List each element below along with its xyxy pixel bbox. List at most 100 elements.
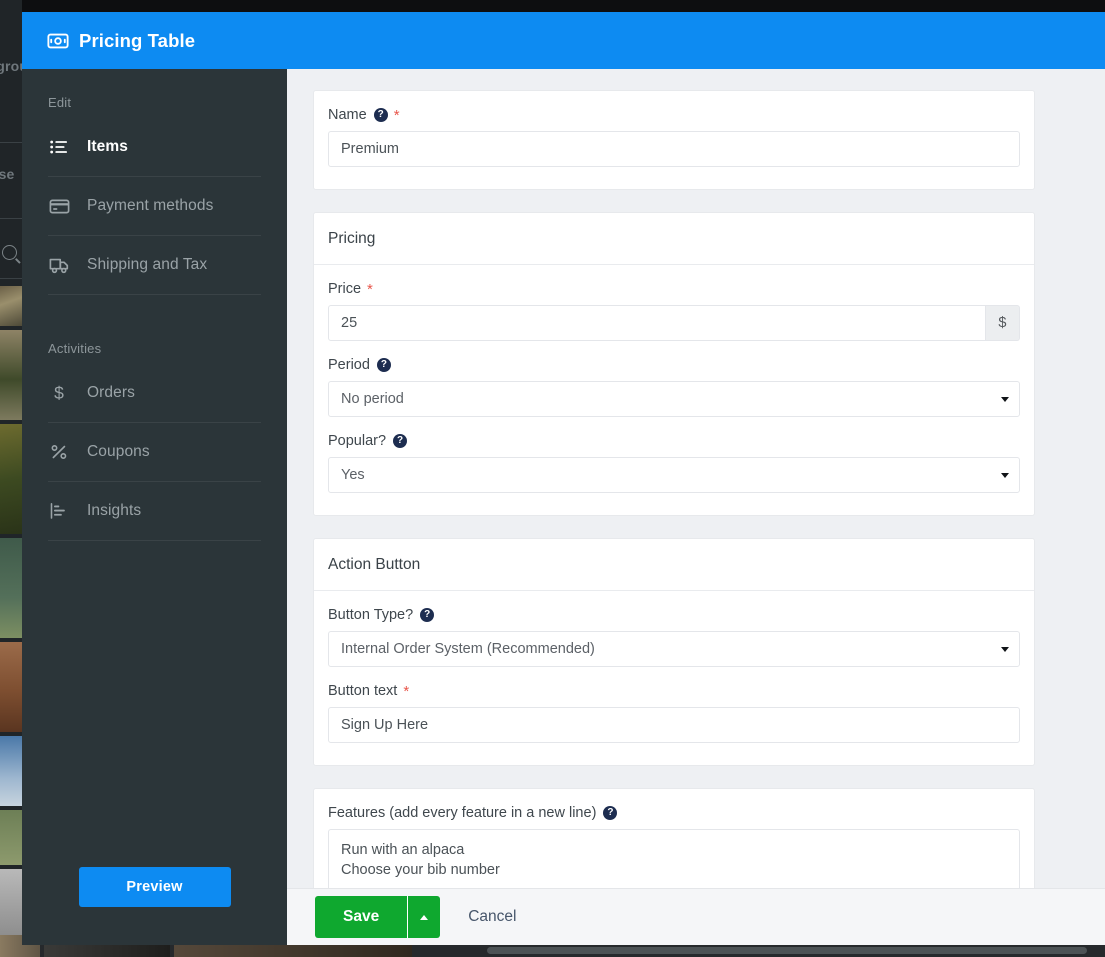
name-input[interactable] (328, 131, 1020, 167)
button-text-label-row: Button text * (328, 683, 1020, 699)
button-type-label: Button Type? (328, 607, 414, 623)
button-text-label: Button text (328, 683, 398, 699)
popular-label-row: Popular? ? (328, 433, 1020, 449)
svg-text:$: $ (54, 383, 64, 403)
cancel-button[interactable]: Cancel (468, 908, 516, 926)
help-icon[interactable]: ? (373, 108, 388, 122)
button-text-input[interactable] (328, 707, 1020, 743)
pricing-card: Pricing Price * $ (313, 212, 1035, 516)
sidebar-group-label-activities: Activities (48, 341, 102, 356)
name-label-row: Name ? * (328, 107, 1020, 123)
name-card: Name ? * (313, 90, 1035, 190)
name-card-inner: Name ? * (314, 91, 1034, 189)
pricing-table-modal: Pricing Table Edit Items Payment methods… (22, 12, 1105, 945)
sidebar-item-insights[interactable]: Insights (48, 482, 261, 541)
chevron-up-icon (420, 914, 429, 920)
required-marker: * (367, 280, 373, 298)
period-select[interactable]: No period (328, 381, 1020, 417)
save-button[interactable]: Save (315, 896, 408, 938)
background-divider (0, 142, 22, 143)
help-icon[interactable]: ? (376, 358, 391, 372)
button-type-field: Button Type? ? Internal Order System (Re… (328, 607, 1020, 667)
button-type-select[interactable]: Internal Order System (Recommended) (328, 631, 1020, 667)
background-thumbnail (0, 869, 22, 935)
save-button-group: Save (315, 896, 441, 938)
background-thumbnail (0, 330, 22, 420)
sidebar-item-payment-methods[interactable]: Payment methods (48, 177, 261, 236)
popular-select[interactable]: Yes (328, 457, 1020, 493)
sidebar-nav-edit: Items Payment methods Shipping and Tax (22, 116, 287, 295)
sidebar: Edit Items Payment methods Shipping and … (22, 69, 287, 945)
sidebar-item-orders[interactable]: $ Orders (48, 362, 261, 423)
features-label: Features (add every feature in a new lin… (328, 805, 597, 821)
required-marker: * (403, 682, 410, 700)
modal-title: Pricing Table (79, 29, 196, 51)
content-area: Name ? * Pricing Pri (287, 69, 1105, 945)
help-icon[interactable]: ? (393, 434, 408, 448)
background-thumbnail (0, 424, 22, 534)
action-button-card-inner: Button Type? ? Internal Order System (Re… (314, 591, 1034, 765)
name-field: Name ? * (328, 107, 1020, 167)
truck-icon (48, 254, 70, 276)
sidebar-item-label: Items (87, 138, 128, 155)
pricing-card-inner: Price * $ Period ? (314, 265, 1034, 515)
credit-card-icon (48, 195, 70, 217)
currency-addon: $ (985, 305, 1020, 341)
price-field: Price * $ (328, 281, 1020, 341)
background-thumbnail (0, 538, 22, 638)
content-scroll[interactable]: Name ? * Pricing Pri (287, 69, 1105, 945)
sidebar-nav-activities: $ Orders Coupons Insights (22, 362, 287, 541)
sidebar-group-label-edit: Edit (48, 95, 72, 110)
sidebar-item-coupons[interactable]: Coupons (48, 423, 261, 482)
modal-footer: Save Cancel (287, 888, 1105, 945)
sidebar-item-label: Shipping and Tax (87, 256, 208, 273)
sidebar-item-items[interactable]: Items (48, 116, 261, 177)
background-sidebar: Background Choose (0, 0, 45, 957)
period-select-wrap: No period (328, 381, 1020, 417)
background-thumbnail (0, 642, 22, 732)
pricing-card-title: Pricing (314, 213, 1034, 265)
money-banknote-icon (47, 33, 69, 48)
background-label-choose: Choose (0, 166, 15, 182)
button-type-label-row: Button Type? ? (328, 607, 1020, 623)
period-field: Period ? No period (328, 357, 1020, 417)
modal-header: Pricing Table (22, 12, 1105, 69)
save-dropdown-button[interactable] (407, 896, 441, 938)
price-label-row: Price * (328, 281, 1020, 297)
background-divider (0, 218, 22, 219)
sidebar-item-label: Insights (87, 502, 142, 519)
action-button-card: Action Button Button Type? ? Internal Or… (313, 538, 1035, 766)
features-label-row: Features (add every feature in a new lin… (328, 805, 1020, 821)
list-icon (48, 136, 70, 158)
sidebar-item-shipping-and-tax[interactable]: Shipping and Tax (48, 236, 261, 295)
popular-field: Popular? ? Yes (328, 433, 1020, 493)
help-icon[interactable]: ? (420, 608, 435, 622)
button-text-field: Button text * (328, 683, 1020, 743)
search-icon (2, 245, 17, 260)
sidebar-item-label: Payment methods (87, 197, 214, 214)
period-label: Period (328, 357, 370, 373)
sidebar-item-label: Orders (87, 384, 135, 401)
percent-icon (48, 441, 70, 463)
background-thumbnail (0, 286, 22, 326)
price-label: Price (328, 281, 362, 297)
modal-body: Edit Items Payment methods Shipping and … (22, 69, 1105, 945)
bar-chart-icon (48, 500, 70, 522)
button-type-select-wrap: Internal Order System (Recommended) (328, 631, 1020, 667)
dollar-icon: $ (48, 382, 70, 404)
price-input[interactable] (328, 305, 986, 341)
background-thumbnail (0, 736, 22, 806)
background-thumbnail (0, 810, 22, 865)
name-label: Name (328, 107, 367, 123)
price-input-group: $ (328, 305, 1020, 341)
popular-select-wrap: Yes (328, 457, 1020, 493)
help-icon[interactable]: ? (603, 806, 618, 820)
horizontal-scrollbar[interactable] (487, 947, 1087, 954)
required-marker: * (393, 106, 400, 124)
sidebar-item-label: Coupons (87, 443, 150, 460)
action-button-card-title: Action Button (314, 539, 1034, 591)
background-divider (0, 278, 22, 279)
preview-button[interactable]: Preview (78, 867, 231, 907)
preview-button-container: Preview (22, 867, 287, 907)
popular-label: Popular? (328, 433, 387, 449)
